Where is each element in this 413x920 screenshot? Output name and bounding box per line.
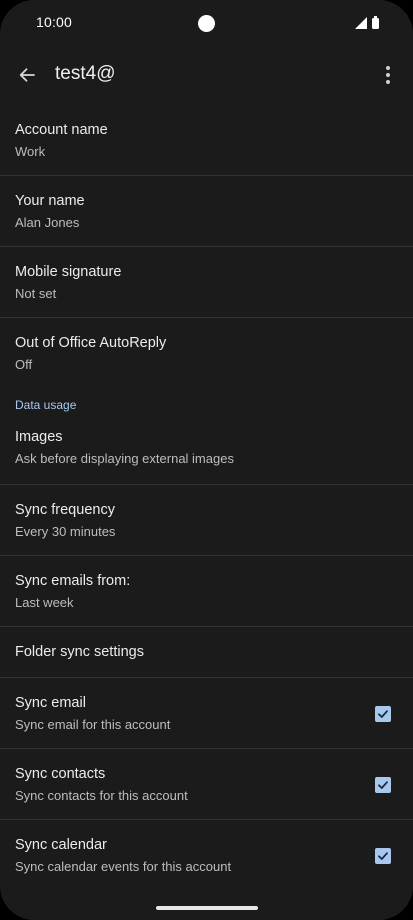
more-vert-icon: [386, 66, 390, 84]
status-bar: 10:00: [0, 0, 413, 46]
setting-title: Sync contacts: [15, 766, 106, 782]
setting-value: Alan Jones: [15, 215, 80, 230]
setting-value: Sync calendar events for this account: [15, 859, 232, 874]
arrow-back-icon: [19, 68, 35, 82]
status-time: 10:00: [36, 14, 73, 30]
setting-title: Your name: [15, 193, 85, 209]
setting-title: Out of Office AutoReply: [15, 335, 167, 351]
setting-value: Ask before displaying external images: [15, 451, 234, 466]
setting-value: Sync contacts for this account: [15, 788, 188, 803]
setting-value: Work: [15, 144, 46, 159]
section-header-label: Data usage: [15, 398, 77, 412]
setting-images[interactable]: Images Ask before displaying external im…: [0, 427, 413, 485]
sync-email-checkbox[interactable]: [375, 706, 391, 722]
setting-value: Not set: [15, 286, 57, 301]
signal-icon: [355, 17, 367, 29]
setting-title: Sync frequency: [15, 502, 115, 518]
check-icon: [378, 781, 388, 789]
setting-title: Sync email: [15, 695, 86, 711]
settings-list: Account name Work Your name Alan Jones M…: [0, 105, 413, 891]
setting-out-of-office[interactable]: Out of Office AutoReply Off: [0, 318, 413, 389]
setting-sync-email[interactable]: Sync email Sync email for this account: [0, 678, 413, 749]
setting-value: Every 30 minutes: [15, 524, 116, 539]
setting-account-name[interactable]: Account name Work: [0, 105, 413, 176]
setting-value: Off: [15, 357, 33, 372]
battery-icon: [372, 16, 379, 29]
sync-contacts-checkbox[interactable]: [375, 777, 391, 793]
status-icons: [355, 16, 379, 29]
setting-value: Last week: [15, 595, 74, 610]
setting-title: Mobile signature: [15, 264, 122, 280]
setting-title: Sync emails from:: [15, 573, 131, 589]
setting-title: Account name: [15, 122, 108, 138]
gesture-navigation-bar[interactable]: [156, 906, 258, 910]
setting-sync-contacts[interactable]: Sync contacts Sync contacts for this acc…: [0, 749, 413, 820]
sync-calendar-checkbox[interactable]: [375, 848, 391, 864]
setting-folder-sync[interactable]: Folder sync settings: [0, 627, 413, 678]
camera-cutout: [198, 15, 215, 32]
phone-screen: 10:00 test4@ Account name Work Your name…: [0, 0, 413, 920]
more-options-button[interactable]: [373, 58, 403, 92]
setting-your-name[interactable]: Your name Alan Jones: [0, 176, 413, 247]
setting-value: Sync email for this account: [15, 717, 171, 732]
check-icon: [378, 710, 388, 718]
app-bar: test4@: [0, 50, 413, 102]
setting-sync-frequency[interactable]: Sync frequency Every 30 minutes: [0, 485, 413, 556]
setting-sync-emails-from[interactable]: Sync emails from: Last week: [0, 556, 413, 627]
check-icon: [378, 852, 388, 860]
setting-sync-calendar[interactable]: Sync calendar Sync calendar events for t…: [0, 820, 413, 891]
section-header-data-usage: Data usage: [0, 389, 413, 427]
setting-title: Images: [15, 429, 63, 445]
back-button[interactable]: [10, 58, 44, 92]
page-title: test4@: [55, 63, 116, 84]
setting-title: Sync calendar: [15, 837, 107, 853]
setting-title: Folder sync settings: [15, 644, 144, 660]
setting-mobile-signature[interactable]: Mobile signature Not set: [0, 247, 413, 318]
